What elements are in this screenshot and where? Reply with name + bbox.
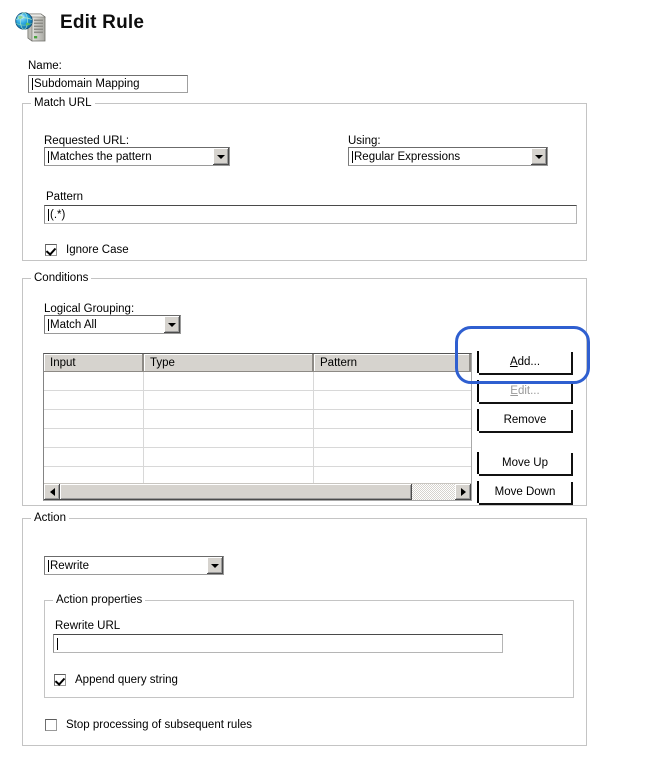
horizontal-scrollbar[interactable] (44, 483, 471, 500)
action-group-title: Action (31, 512, 69, 524)
requested-url-label: Requested URL: (44, 135, 130, 147)
remove-button-label: Remove (503, 414, 547, 426)
table-row[interactable] (44, 391, 471, 410)
scrollbar-track[interactable] (60, 484, 455, 500)
text-caret (48, 208, 49, 221)
name-label: Name: (28, 60, 62, 72)
column-header-pattern[interactable]: Pattern (314, 354, 471, 372)
logical-grouping-select[interactable]: Match All (44, 315, 181, 334)
text-caret (48, 559, 49, 572)
dialog-header: Edit Rule (14, 8, 414, 48)
requested-url-value: Matches the pattern (50, 150, 152, 163)
checkbox-box[interactable] (54, 674, 66, 686)
conditions-group-title: Conditions (31, 272, 92, 284)
name-input-value: Subdomain Mapping (34, 78, 140, 90)
chevron-down-icon[interactable] (163, 316, 180, 333)
scrollbar-thumb[interactable] (60, 484, 412, 500)
table-row[interactable] (44, 429, 471, 448)
table-header-row: Input Type Pattern (44, 354, 471, 372)
table-row[interactable] (44, 410, 471, 429)
text-caret (57, 637, 58, 650)
column-header-input[interactable]: Input (44, 354, 144, 372)
logical-grouping-label: Logical Grouping: (44, 303, 135, 315)
chevron-down-icon[interactable] (530, 148, 547, 165)
move-up-button[interactable]: Move Up (477, 452, 573, 476)
pattern-input[interactable]: (.*) (44, 205, 577, 224)
edit-rule-dialog: Edit Rule Name: Subdomain Mapping Match … (0, 0, 658, 771)
requested-url-select[interactable]: Matches the pattern (44, 147, 230, 166)
using-select[interactable]: Regular Expressions (348, 147, 548, 166)
remove-condition-button[interactable]: Remove (477, 409, 573, 433)
pattern-label: Pattern (46, 191, 84, 203)
table-body (44, 372, 471, 500)
stop-processing-label: Stop processing of subsequent rules (66, 719, 253, 731)
text-caret (32, 78, 33, 90)
stop-processing-checkbox[interactable]: Stop processing of subsequent rules (45, 719, 252, 731)
move-down-button[interactable]: Move Down (477, 481, 573, 505)
ignore-case-label: Ignore Case (66, 244, 129, 256)
chevron-down-icon[interactable] (206, 557, 223, 574)
append-query-string-checkbox[interactable]: Append query string (54, 674, 178, 686)
logical-grouping-value: Match All (50, 318, 97, 331)
web-server-icon (14, 10, 50, 44)
using-value: Regular Expressions (354, 150, 461, 163)
table-row[interactable] (44, 372, 471, 391)
text-caret (352, 150, 353, 163)
append-query-string-label: Append query string (75, 674, 178, 686)
action-type-select[interactable]: Rewrite (44, 556, 224, 575)
checkbox-box[interactable] (45, 244, 57, 256)
scroll-right-icon[interactable] (455, 484, 471, 500)
move-down-button-label: Move Down (494, 486, 556, 498)
chevron-down-icon[interactable] (212, 148, 229, 165)
column-header-type[interactable]: Type (144, 354, 314, 372)
rewrite-url-label: Rewrite URL (55, 620, 121, 632)
pattern-input-value: (.*) (50, 208, 66, 221)
match-url-group: Match URL (22, 97, 587, 261)
using-label: Using: (348, 135, 381, 147)
checkbox-box[interactable] (45, 719, 57, 731)
name-input[interactable]: Subdomain Mapping (28, 75, 188, 93)
move-up-button-label: Move Up (501, 457, 549, 469)
add-condition-button[interactable]: Add... (477, 351, 573, 375)
rewrite-url-input[interactable] (53, 634, 503, 653)
action-type-value: Rewrite (50, 559, 89, 572)
ignore-case-checkbox[interactable]: Ignore Case (45, 244, 129, 256)
page-title: Edit Rule (60, 12, 145, 33)
conditions-table[interactable]: Input Type Pattern (43, 353, 472, 501)
edit-condition-button: Edit... (477, 380, 573, 404)
scroll-left-icon[interactable] (44, 484, 60, 500)
action-properties-group-title: Action properties (53, 594, 146, 606)
table-row[interactable] (44, 448, 471, 467)
text-caret (48, 318, 49, 331)
text-caret (48, 150, 49, 163)
match-url-group-title: Match URL (31, 97, 95, 109)
